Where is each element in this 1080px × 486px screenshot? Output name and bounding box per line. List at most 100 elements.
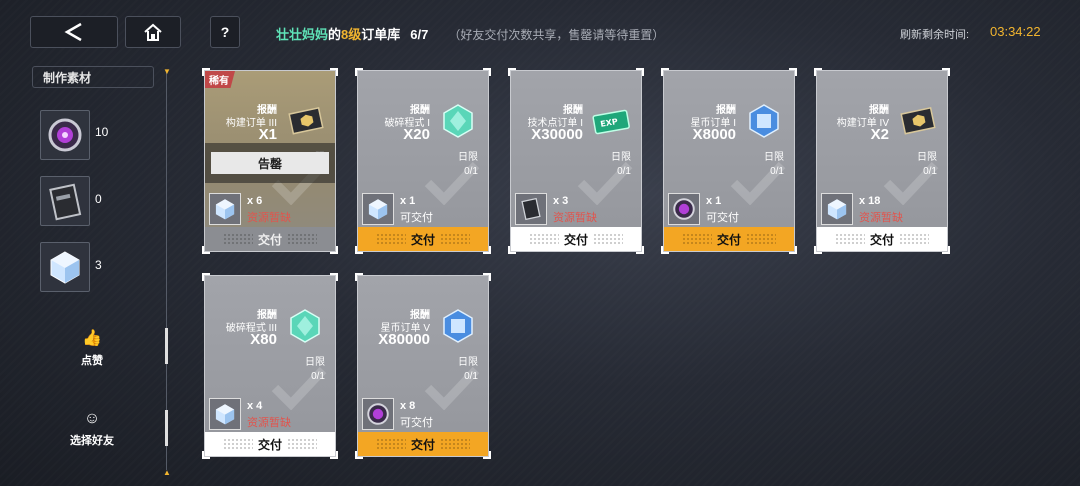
daily-limit-label: 日限 (764, 152, 784, 163)
crystal-cube-icon (821, 193, 853, 225)
card-corner (202, 273, 210, 281)
requirement-status: 可交付 (400, 212, 433, 224)
crystal-cube-icon (50, 251, 80, 284)
track-marker-bottom: ▲ (163, 468, 171, 477)
build-order-icon (897, 101, 937, 141)
thumbs-up-icon: 👍 (82, 330, 102, 347)
material-slot-cube[interactable] (40, 242, 90, 292)
card-corner (330, 68, 338, 76)
requirement-status: 资源暂缺 (247, 417, 291, 429)
daily-limit: 日限 0/1 (764, 151, 784, 179)
owner-suffix: 的 (328, 27, 342, 42)
star-coin-order-icon (438, 306, 478, 346)
deliver-button[interactable]: 交付 (664, 227, 794, 251)
refresh-label: 刷新剩余时间: (900, 29, 970, 41)
required-quantity: x 6 (247, 195, 263, 207)
card-corner (789, 68, 797, 76)
build-order-book-icon (49, 183, 82, 221)
materials-title: 制作素材 (32, 66, 154, 88)
library-level: 8级 (341, 27, 362, 42)
daily-limit-value: 0/1 (617, 166, 631, 177)
required-quantity: x 3 (553, 195, 569, 207)
reward-quantity: X30000 (531, 126, 583, 143)
material-count: 0 (95, 192, 102, 206)
daily-limit-value: 0/1 (770, 166, 784, 177)
required-quantity: x 8 (400, 400, 416, 412)
reward-quantity: X80000 (378, 331, 430, 348)
deliver-button[interactable]: 交付 (511, 227, 641, 251)
deliver-button[interactable]: 交付 (817, 227, 947, 251)
daily-limit-label: 日限 (458, 152, 478, 163)
daily-limit: 日限 0/1 (305, 356, 325, 384)
daily-limit-label: 日限 (305, 357, 325, 368)
daily-limit: 日限 0/1 (458, 356, 478, 384)
reward-quantity: X1 (258, 126, 277, 143)
deliver-button[interactable]: 交付 (358, 227, 488, 251)
card-corner (330, 273, 338, 281)
required-quantity: x 1 (706, 195, 722, 207)
order-card[interactable]: 报酬 破碎程式 III X80 日限 0/1 x 4 资源暂缺 交付 (202, 273, 338, 459)
material-count: 10 (95, 125, 109, 139)
daily-limit-label: 日限 (458, 357, 478, 368)
order-card[interactable]: 报酬 技术点订单 I X30000 EXP 日限 0/1 x 3 资源暂缺 交付 (508, 68, 644, 254)
deliver-button[interactable]: 交付 (358, 432, 488, 456)
reward-quantity: X20 (403, 126, 430, 143)
shatter-program-icon (285, 306, 325, 346)
star-coin-order-icon (744, 101, 784, 141)
deliver-button[interactable]: 交付 (205, 227, 335, 251)
order-card[interactable]: 报酬 破碎程式 I X20 日限 0/1 x 1 可交付 交付 (355, 68, 491, 254)
question-icon: ? (220, 24, 230, 40)
daily-limit-label: 日限 (917, 152, 937, 163)
required-quantity: x 18 (859, 195, 881, 207)
library-progress: 6/7 (410, 27, 429, 42)
owner-name: 壮壮妈妈 (276, 27, 329, 42)
order-card[interactable]: 稀有报酬构建订单 IIIX1日限1/1告罄x 6资源暂缺交付 (202, 68, 338, 254)
back-arrow-icon (64, 22, 82, 42)
crystal-cube-icon (209, 193, 241, 225)
track-marker-top: ▼ (163, 67, 171, 76)
order-card[interactable]: 报酬 构建订单 IV X2 日限 0/1 x 18 资源暂缺 交付 (814, 68, 950, 254)
daily-limit: 日限 0/1 (917, 151, 937, 179)
card-corner (661, 68, 669, 76)
refresh-timer: 03:34:22 (990, 24, 1041, 39)
material-count: 3 (95, 258, 102, 272)
daily-limit-label: 日限 (611, 152, 631, 163)
daily-limit-value: 0/1 (464, 371, 478, 382)
required-quantity: x 4 (247, 400, 263, 412)
like-label: 点赞 (81, 355, 103, 367)
card-corner (355, 273, 363, 281)
requirement-status: 资源暂缺 (859, 212, 903, 224)
select-friend-button[interactable]: ☺ 选择好友 (52, 410, 132, 448)
scroll-thumb[interactable] (165, 328, 168, 364)
requirement-status: 可交付 (706, 212, 739, 224)
requirement-status: 可交付 (400, 417, 433, 429)
daily-limit-value: 0/1 (464, 166, 478, 177)
card-corner (508, 68, 516, 76)
library-label: 订单库 (361, 27, 401, 42)
shatter-program-icon (438, 101, 478, 141)
card-corner (814, 68, 822, 76)
material-slot-orb[interactable] (40, 110, 90, 160)
card-corner (483, 273, 491, 281)
order-card[interactable]: 报酬 星币订单 V X80000 日限 0/1 x 8 可交付 交付 (355, 273, 491, 459)
friend-icon: ☺ (83, 410, 101, 427)
home-button[interactable] (125, 16, 181, 48)
scroll-thumb-lower[interactable] (165, 410, 168, 446)
order-library-header: 壮壮妈妈的8级订单库 6/7 （好友交付次数共享，售罄请等待重置） (276, 24, 664, 43)
share-note: （好友交付次数共享，售罄请等待重置） (448, 28, 665, 42)
card-corner (483, 68, 491, 76)
help-button[interactable]: ? (210, 16, 240, 48)
like-button[interactable]: 👍 点赞 (52, 328, 132, 368)
order-card[interactable]: 报酬 星币订单 I X8000 日限 0/1 x 1 可交付 交付 (661, 68, 797, 254)
home-icon (144, 23, 162, 41)
build-order-book-icon (515, 193, 547, 225)
purple-orb-icon (668, 193, 700, 225)
reward-quantity: X80 (250, 331, 277, 348)
deliver-button[interactable]: 交付 (205, 432, 335, 456)
crystal-cube-icon (362, 193, 394, 225)
material-slot-book[interactable] (40, 176, 90, 226)
required-quantity: x 1 (400, 195, 416, 207)
card-corner (355, 68, 363, 76)
card-corner (636, 68, 644, 76)
back-button[interactable] (30, 16, 118, 48)
